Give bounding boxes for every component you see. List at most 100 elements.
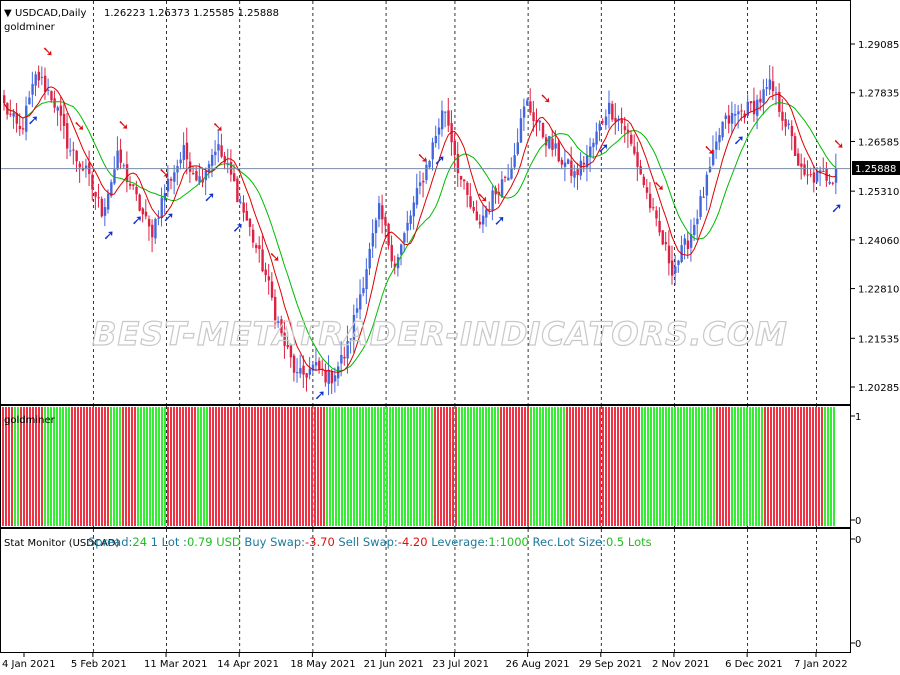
goldminer-subwindow-title: goldminer: [4, 415, 56, 426]
histogram-bar: [377, 407, 379, 526]
candle-body: [75, 150, 78, 162]
histogram-bar: [821, 407, 823, 526]
price-tick-label: 1.21535: [858, 334, 899, 345]
candle-body: [598, 123, 601, 131]
histogram-bar: [338, 407, 340, 526]
histogram-bar: [779, 407, 781, 526]
stat-value: 0.79 USD: [187, 535, 241, 549]
candle-body: [50, 91, 53, 101]
sell-arrow-icon: ➘: [477, 190, 489, 206]
histogram-bar: [539, 407, 541, 526]
histogram-bar: [593, 407, 595, 526]
candle-body: [154, 219, 157, 239]
histogram-bar: [326, 407, 328, 526]
histogram-bar: [809, 407, 811, 526]
sell-arrow-icon: ➘: [73, 119, 85, 135]
histogram-bar: [572, 407, 574, 526]
candle-body: [377, 203, 381, 220]
histogram-bar: [209, 407, 211, 526]
histogram-bar: [620, 407, 622, 526]
time-tick-label: 29 Sep 2021: [579, 659, 642, 670]
candle-body: [305, 373, 308, 378]
candle-body: [185, 142, 189, 160]
histogram-bar: [215, 407, 217, 526]
histogram-bar: [623, 407, 625, 526]
candle-body: [718, 135, 721, 143]
histogram-bar: [752, 407, 754, 526]
histogram-bar: [785, 407, 787, 526]
candle-body: [132, 184, 135, 186]
histogram-bar: [803, 407, 805, 526]
candle-body: [53, 98, 56, 108]
histogram-bar: [284, 407, 286, 526]
candle-body: [822, 170, 825, 172]
histogram-bar: [344, 407, 346, 526]
candle-body: [302, 365, 305, 375]
stat-label: 1 Lot :: [147, 535, 187, 549]
candle-body: [425, 164, 428, 181]
histogram-bar: [764, 407, 766, 526]
sell-arrow-icon: ➘: [42, 44, 54, 60]
histogram-bar: [554, 407, 556, 526]
histogram-bar: [314, 407, 316, 526]
histogram-bar: [611, 407, 613, 526]
ohlc-values: 1.26223 1.26373 1.25585 1.25888: [104, 8, 279, 19]
histogram-bar: [713, 407, 715, 526]
buy-arrow-icon: ➚: [131, 212, 143, 228]
mt4-chart[interactable]: ➚ ➚ ➚ ➚ ➚ ➚ ➚ ➚ ➚ ➚ ➚ ➚ ➘ ➘ ➘ ➘ ➘ ➘ ➘ ➘ ➘ ➘ ➘ ➘ BEST-METATRADER…: [0, 0, 900, 675]
histogram-bar: [98, 407, 100, 526]
candle-body: [66, 123, 69, 149]
histogram-bar: [146, 407, 148, 526]
candle-body: [759, 98, 762, 103]
histogram-bar: [767, 407, 769, 526]
histogram-bar: [677, 407, 679, 526]
candle-body: [516, 142, 520, 155]
histogram-bar: [578, 407, 580, 526]
stat-scale-bottom: 0: [855, 639, 861, 650]
histogram-bar: [101, 407, 103, 526]
candle-body: [636, 152, 639, 167]
candle-body: [466, 182, 469, 195]
candle-body: [797, 153, 800, 166]
candle-body: [340, 354, 343, 364]
candle-body: [834, 168, 838, 183]
candle-body: [730, 112, 734, 124]
histogram-bar: [80, 407, 82, 526]
histogram-bar: [419, 407, 421, 526]
candle-body: [415, 188, 419, 205]
sell-arrow-icon: ➘: [653, 178, 665, 194]
histogram-bar: [185, 407, 187, 526]
histogram-bar: [437, 407, 439, 526]
histogram-bar: [161, 407, 163, 526]
histogram-bar: [668, 407, 670, 526]
time-tick-label: 18 May 2021: [290, 659, 355, 670]
histogram-bar: [602, 407, 604, 526]
histogram-bar: [815, 407, 817, 526]
sell-arrow-icon: ➘: [417, 150, 429, 166]
histogram-bar: [656, 407, 658, 526]
histogram-bar: [743, 407, 745, 526]
candle-body: [125, 164, 129, 183]
histogram-bar: [368, 407, 370, 526]
histogram-bar: [257, 407, 259, 526]
candle-body: [592, 142, 595, 148]
histogram-bar: [278, 407, 280, 526]
candle-body: [463, 179, 466, 182]
candle-body: [664, 242, 668, 245]
histogram-bar: [431, 407, 433, 526]
histogram-bar: [506, 407, 508, 526]
histogram-bar: [830, 407, 832, 526]
histogram-bar: [428, 407, 430, 526]
stat-label: Sell Swap:: [335, 535, 398, 549]
candle-body: [749, 101, 753, 104]
candle-body: [526, 100, 529, 106]
candle-body: [475, 211, 479, 221]
watermark-text: BEST-METATRADER-INDICATORS.COM: [92, 315, 788, 353]
candle-body: [639, 166, 642, 175]
candle-body: [217, 144, 220, 151]
time-tick-label: 11 Mar 2021: [144, 659, 207, 670]
candle-body: [299, 368, 302, 374]
candle-body: [469, 196, 472, 208]
time-tick-label: 7 Jan 2022: [794, 659, 848, 670]
candle-body: [233, 173, 236, 182]
